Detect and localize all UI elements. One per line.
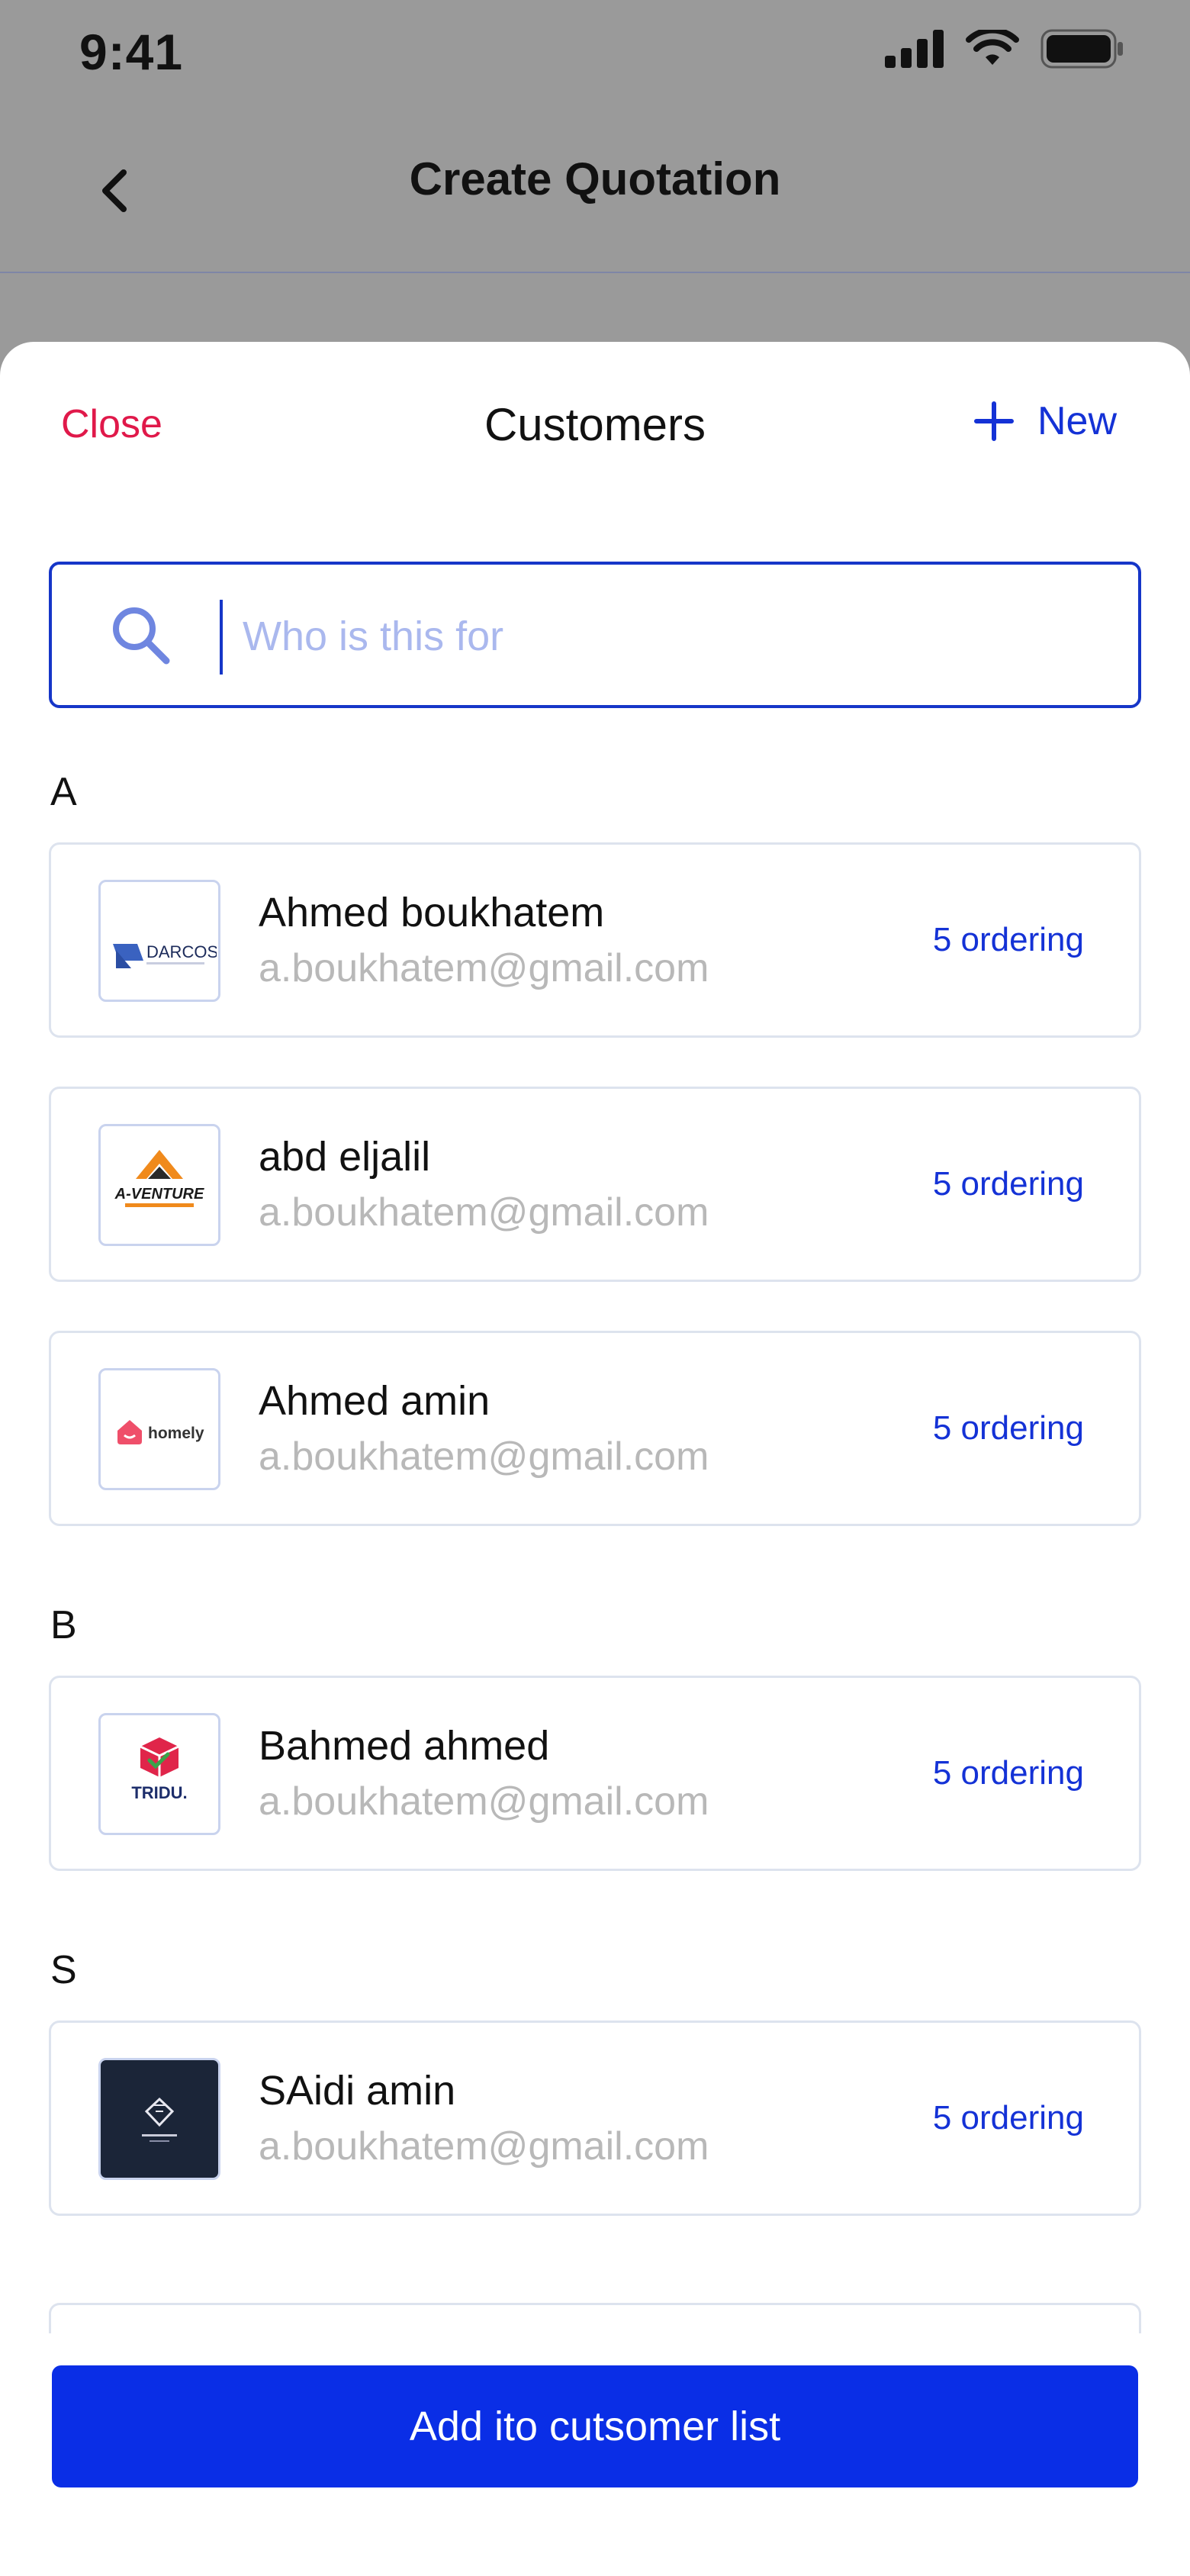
customer-card[interactable]: DARCOS Ahmed boukhatem a.boukhatem@gmail… <box>49 842 1141 1038</box>
customer-email: a.boukhatem@gmail.com <box>259 1435 709 1479</box>
order-count-badge: 5 ordering <box>932 1409 1084 1447</box>
customer-card[interactable]: TRIDU. Bahmed ahmed a.boukhatem@gmail.co… <box>49 1676 1141 1871</box>
screen: 9:41 Create Quotation Close Customers Ne… <box>0 0 1190 2576</box>
text-caret <box>220 600 223 675</box>
homely-logo: homely <box>98 1368 220 1490</box>
sheet-header: Close Customers New <box>0 342 1190 510</box>
nav-bar: Create Quotation <box>0 107 1190 273</box>
darcos-logo-text: DARCOS <box>146 942 217 961</box>
customer-email: a.boukhatem@gmail.com <box>259 946 709 990</box>
customers-sheet: Close Customers New A <box>0 342 1190 2576</box>
customer-card[interactable]: A-VENTURE abd eljalil a.boukhatem@gmail.… <box>49 1087 1141 1282</box>
a-venture-logo-text: A-VENTURE <box>114 1186 204 1203</box>
darcos-logo: DARCOS <box>98 880 220 1002</box>
tridu-logo-text: TRIDU. <box>131 1783 187 1802</box>
sheet-footer: Add ito cutsomer list <box>0 2333 1190 2576</box>
order-count-badge: 5 ordering <box>932 921 1084 958</box>
order-count-badge: 5 ordering <box>932 2099 1084 2136</box>
battery-icon <box>1040 29 1123 69</box>
homely-logo-text: homely <box>148 1425 204 1442</box>
order-count-badge: 5 ordering <box>932 1754 1084 1792</box>
customer-name: abd eljalil <box>259 1134 431 1180</box>
customer-card[interactable]: homely Ahmed amin a.boukhatem@gmail.com … <box>49 1331 1141 1526</box>
order-count-badge: 5 ordering <box>932 1165 1084 1203</box>
plus-icon <box>973 401 1014 441</box>
tridu-logo: TRIDU. <box>98 1713 220 1835</box>
diamond-heart-logo <box>98 2058 220 2180</box>
search-box[interactable] <box>49 562 1141 708</box>
new-customer-button[interactable]: New <box>973 398 1117 444</box>
customer-card[interactable]: SAidi amin a.boukhatem@gmail.com 5 order… <box>49 2021 1141 2216</box>
cellular-signal-icon <box>885 30 944 68</box>
add-to-customer-list-button[interactable]: Add ito cutsomer list <box>52 2365 1138 2487</box>
customer-name: Ahmed amin <box>259 1378 490 1424</box>
section-header-a: A <box>50 770 77 814</box>
customer-email: a.boukhatem@gmail.com <box>259 1779 709 1824</box>
search-icon <box>113 607 170 665</box>
search-input[interactable] <box>243 595 1082 678</box>
customer-name: Bahmed ahmed <box>259 1723 550 1769</box>
customer-email: a.boukhatem@gmail.com <box>259 2124 709 2169</box>
status-bar: 9:41 <box>0 0 1190 107</box>
section-header-b: B <box>50 1603 77 1647</box>
page-title: Create Quotation <box>409 153 781 204</box>
customer-name: SAidi amin <box>259 2068 456 2114</box>
customer-name: Ahmed boukhatem <box>259 890 605 935</box>
wifi-icon <box>966 30 1019 65</box>
new-button-label: New <box>1037 399 1117 443</box>
section-header-s: S <box>50 1948 77 1992</box>
customer-email: a.boukhatem@gmail.com <box>259 1190 709 1235</box>
a-venture-logo: A-VENTURE <box>98 1124 220 1246</box>
status-icons <box>885 29 1124 69</box>
status-time: 9:41 <box>79 24 184 80</box>
